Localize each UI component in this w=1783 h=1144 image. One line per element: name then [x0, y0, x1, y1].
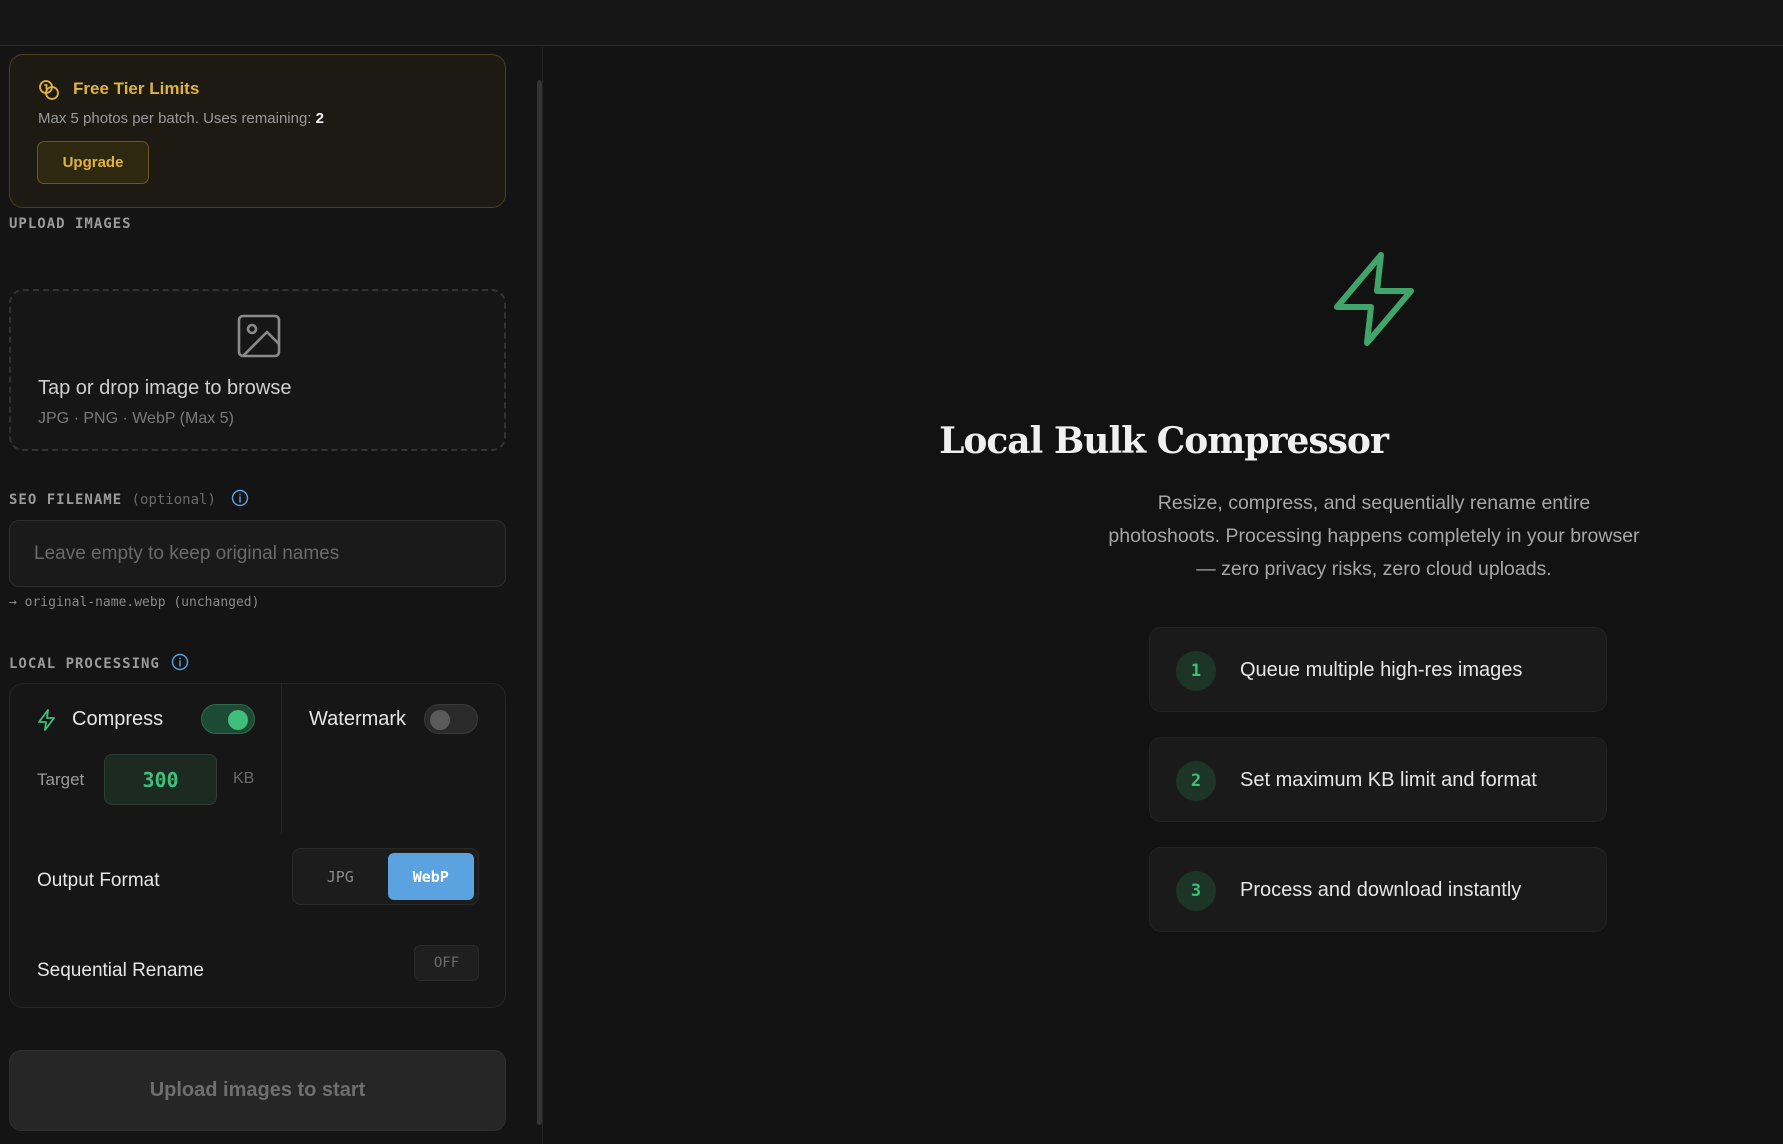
- step-text: Set maximum KB limit and format: [1240, 769, 1537, 791]
- step-number: 2: [1176, 761, 1216, 801]
- seo-label-text: SEO FILENAME: [9, 492, 123, 508]
- free-tier-desc-text: Max 5 photos per batch. Uses remaining:: [38, 110, 316, 127]
- output-format-selector: JPG WebP: [292, 848, 479, 905]
- uses-remaining-count: 2: [315, 110, 324, 127]
- lightning-icon: [38, 709, 55, 731]
- hero-description: Resize, compress, and sequentially renam…: [1108, 492, 1640, 580]
- step-text: Queue multiple high-res images: [1240, 659, 1523, 681]
- free-tier-title: Free Tier Limits: [73, 79, 200, 98]
- processing-label-text: LOCAL PROCESSING: [9, 656, 160, 672]
- step-text: Process and download instantly: [1240, 879, 1522, 901]
- watermark-toggle[interactable]: [424, 704, 478, 734]
- upload-section-label: UPLOAD IMAGES: [9, 216, 132, 232]
- sidebar: Free Tier Limits Max 5 photos per batch.…: [0, 47, 543, 1144]
- dropzone-formats: JPG · PNG · WebP (Max 5): [38, 410, 234, 427]
- step-item: 2 Set maximum KB limit and format: [1149, 737, 1607, 822]
- step-item: 1 Queue multiple high-res images: [1149, 627, 1607, 712]
- target-unit: KB: [233, 770, 255, 787]
- step-number: 1: [1176, 651, 1216, 691]
- info-icon[interactable]: [171, 653, 189, 671]
- target-kb-input[interactable]: [104, 754, 217, 805]
- step-item: 3 Process and download instantly: [1149, 847, 1607, 932]
- image-icon: [237, 314, 281, 358]
- step-number: 3: [1176, 871, 1216, 911]
- upgrade-button[interactable]: Upgrade: [37, 141, 149, 184]
- format-option-webp[interactable]: WebP: [387, 853, 474, 900]
- watermark-label: Watermark: [309, 708, 407, 730]
- sidebar-scrollbar[interactable]: [537, 80, 542, 1125]
- sequential-rename-label: Sequential Rename: [37, 960, 204, 981]
- processing-section-label: LOCAL PROCESSING: [9, 653, 189, 672]
- coins-icon: [39, 80, 59, 100]
- processing-card: Compress Watermark Target KB Output Form…: [9, 683, 506, 1008]
- lightning-icon: [1334, 252, 1414, 346]
- target-label: Target: [37, 770, 85, 789]
- free-tier-description: Max 5 photos per batch. Uses remaining: …: [38, 110, 324, 127]
- dropzone-title: Tap or drop image to browse: [38, 377, 292, 399]
- main-panel: Local Bulk Compressor Resize, compress, …: [544, 47, 1783, 1144]
- processing-divider: [281, 684, 282, 834]
- image-dropzone[interactable]: Tap or drop image to browse JPG · PNG · …: [9, 289, 506, 451]
- hero-title: Local Bulk Compressor: [939, 420, 1389, 462]
- seo-optional-text: (optional): [131, 492, 216, 508]
- info-icon[interactable]: [231, 489, 249, 507]
- seo-filename-input[interactable]: [9, 520, 506, 587]
- sequential-rename-toggle[interactable]: OFF: [414, 945, 479, 981]
- top-bar: [0, 0, 1783, 46]
- start-button[interactable]: Upload images to start: [9, 1050, 506, 1131]
- seo-section-label: SEO FILENAME (optional): [9, 489, 249, 508]
- toggle-knob: [228, 710, 248, 730]
- compress-toggle[interactable]: [201, 704, 255, 734]
- compress-label: Compress: [72, 708, 164, 730]
- free-tier-card: Free Tier Limits Max 5 photos per batch.…: [9, 54, 506, 208]
- format-option-jpg[interactable]: JPG: [297, 853, 384, 900]
- output-format-label: Output Format: [37, 870, 160, 891]
- toggle-knob: [430, 710, 450, 730]
- seo-filename-preview: → original-name.webp (unchanged): [9, 595, 260, 610]
